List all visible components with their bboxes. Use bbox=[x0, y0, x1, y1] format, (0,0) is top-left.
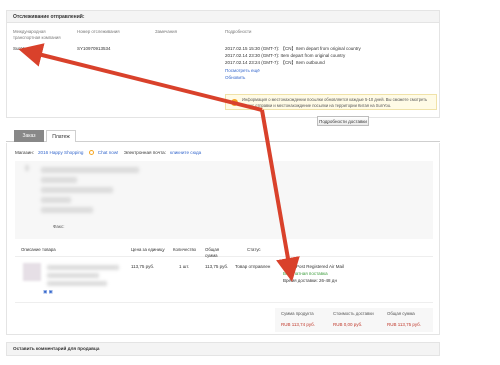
address-area: Факс: bbox=[15, 161, 433, 239]
tab-payment[interactable]: Платеж bbox=[46, 130, 76, 142]
product-link-icon[interactable]: ▣ ▣ bbox=[43, 289, 53, 295]
col-status: Статус bbox=[247, 247, 261, 252]
item-status: Товар отправлен bbox=[235, 264, 271, 269]
delivery-details-button[interactable]: Подробности доставки bbox=[317, 116, 369, 126]
show-more-link[interactable]: Посмотреть ещё bbox=[225, 67, 260, 74]
redacted-text bbox=[47, 281, 107, 286]
chat-now-link[interactable]: Chat now! bbox=[98, 150, 119, 155]
quantity: 1 шт. bbox=[179, 264, 190, 269]
info-notice: Информация о местонахождении посылки обн… bbox=[225, 94, 437, 110]
fax-label: Факс: bbox=[53, 224, 65, 229]
col-total: Общая сумма bbox=[205, 247, 220, 258]
col-quantity: Количество bbox=[173, 247, 197, 252]
delivery-time: Время доставки: 26-48 дн bbox=[283, 278, 337, 283]
shipping-cost-label: Стоимость доставки bbox=[333, 311, 374, 316]
tracking-event: 2017.02.15 15:30 (GMT-7): 【CN】Item depar… bbox=[225, 46, 361, 51]
product-thumbnail[interactable] bbox=[23, 263, 41, 281]
redacted-text bbox=[41, 207, 93, 213]
order-totals: Сумма продукта Стоимость доставки Общая … bbox=[275, 308, 433, 332]
header-carrier: Международная транспортная компания bbox=[13, 29, 61, 40]
tracking-panel: Отслеживание отправлений: Международная … bbox=[6, 10, 440, 126]
store-link[interactable]: 2016 Happy Shopping bbox=[38, 150, 83, 155]
tracking-title: Отслеживание отправлений: bbox=[7, 11, 439, 23]
shipping-info: China Post Registered Air Mail Бесплатна… bbox=[283, 263, 344, 284]
redacted-text bbox=[47, 273, 99, 278]
tracking-event: 2017.02.14 23:24 (GMT-7): 【CN】Item outbo… bbox=[225, 60, 325, 65]
redacted-text bbox=[41, 197, 71, 203]
header-remarks: Замечания bbox=[155, 29, 177, 34]
email-label: Электронная почта: bbox=[123, 150, 166, 155]
col-unit-price: Цена за единицу bbox=[131, 247, 165, 252]
email-link[interactable]: кликните сюда bbox=[170, 150, 201, 155]
col-description: Описание товара bbox=[21, 247, 56, 252]
product-sum-value: RUB 113,74 руб. bbox=[281, 322, 316, 327]
carrier-name: SunYou bbox=[13, 46, 29, 51]
seller-comment-section[interactable]: Оставить комментарий для продавца bbox=[6, 342, 440, 356]
items-table-header: Описание товара Цена за единицу Количест… bbox=[15, 247, 433, 258]
unit-price: 113,75 руб. bbox=[131, 264, 155, 269]
shipping-cost: Бесплатная поставка bbox=[283, 271, 328, 276]
total-value: RUB 113,75 руб. bbox=[387, 322, 422, 327]
redacted-text bbox=[47, 265, 119, 270]
tracking-number: SY10970913534 bbox=[77, 46, 111, 51]
product-sum-label: Сумма продукта bbox=[281, 311, 314, 316]
order-panel: Магазин: 2016 Happy Shopping Chat now! Эл… bbox=[6, 143, 440, 335]
shipping-cost-value: RUB 0,00 руб. bbox=[333, 322, 363, 327]
redacted-text bbox=[41, 167, 139, 173]
info-icon bbox=[231, 99, 238, 106]
total-label: Общая сумма bbox=[387, 311, 415, 316]
chat-icon[interactable] bbox=[88, 150, 94, 155]
row-total: 113,75 руб. bbox=[205, 264, 229, 269]
tracking-event: 2017.02.14 23:30 (GMT-7): Item depart fr… bbox=[225, 53, 346, 58]
header-details: Подробности bbox=[225, 29, 252, 34]
header-tracking-number: Номер отслеживания bbox=[77, 29, 120, 34]
shipping-method: China Post Registered Air Mail bbox=[283, 264, 345, 269]
info-text: Информация о местонахождении посылки обн… bbox=[242, 97, 428, 108]
table-row: ▣ ▣ 113,75 руб. 1 шт. 113,75 руб. Товар … bbox=[15, 261, 433, 303]
redacted-text bbox=[41, 177, 77, 183]
tab-order[interactable]: Заказ bbox=[14, 130, 44, 142]
refresh-link[interactable]: Обновить bbox=[225, 74, 245, 81]
store-label: Магазин: bbox=[15, 150, 34, 155]
store-line: Магазин: 2016 Happy Shopping Chat now! Эл… bbox=[15, 149, 205, 156]
order-tabs: Заказ Платеж bbox=[6, 130, 440, 142]
redacted-text bbox=[25, 165, 29, 171]
redacted-text bbox=[41, 187, 113, 193]
